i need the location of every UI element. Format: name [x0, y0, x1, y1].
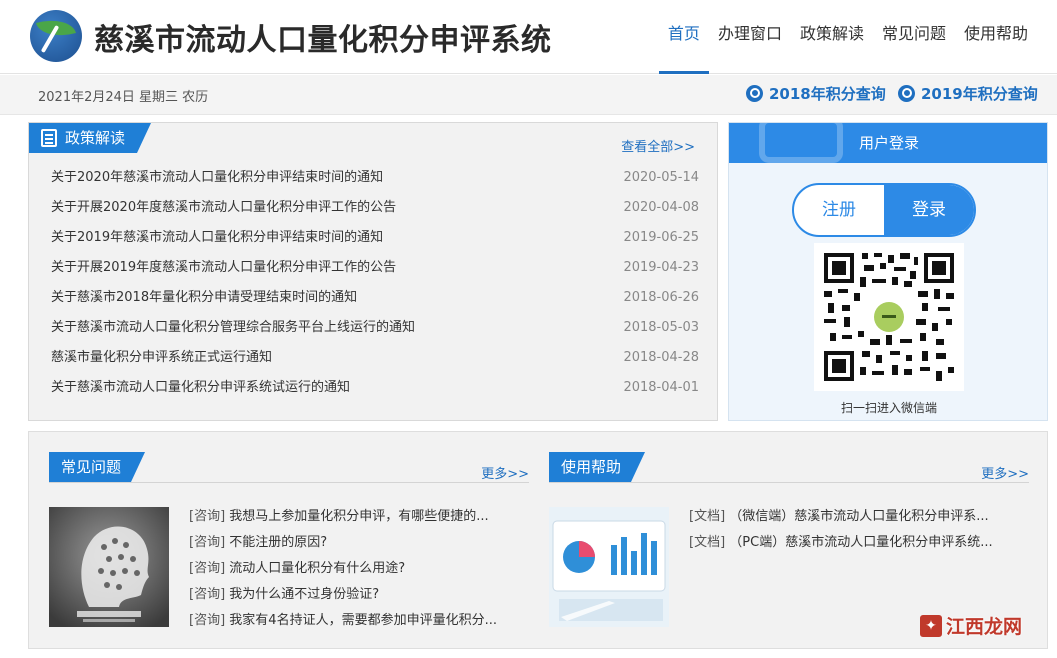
qr-caption: 扫一扫进入微信端: [840, 401, 937, 415]
faq-item-tag: [咨询]: [189, 561, 226, 576]
nav-help[interactable]: 使用帮助: [955, 0, 1037, 74]
policy-item-title[interactable]: 关于开展2019年度慈溪市流动人口量化积分申评工作的公告: [51, 253, 396, 283]
faq-item[interactable]: [咨询] 不能注册的原因?: [189, 530, 529, 556]
policy-list: 关于2020年慈溪市流动人口量化积分申评结束时间的通知 2020-05-14 关于…: [51, 163, 699, 403]
policy-item-date: 2018-04-01: [623, 380, 699, 395]
faq-list: [咨询] 我想马上参加量化积分申评，有哪些便捷的... [咨询] 不能注册的原因…: [189, 504, 529, 634]
main-nav: 首页 办理窗口 政策解读 常见问题 使用帮助: [658, 0, 1037, 74]
watermark: ✦ 江西龙网: [920, 612, 1022, 639]
policy-item-date: 2019-04-23: [623, 260, 699, 275]
faq-item-tag: [咨询]: [189, 509, 226, 524]
query-2018-link[interactable]: 2018年积分查询: [746, 83, 886, 104]
login-panel: 用户登录 注册 登录 扫一扫进入微信端: [728, 122, 1048, 421]
faq-divider: [49, 482, 529, 483]
policy-item-title[interactable]: 关于慈溪市流动人口量化积分管理综合服务平台上线运行的通知: [51, 313, 415, 343]
faq-item[interactable]: [咨询] 流动人口量化积分有什么用途?: [189, 556, 529, 582]
query-2018-label: 2018年积分查询: [769, 85, 886, 103]
login-heading: 用户登录: [729, 123, 1047, 163]
site-title: 慈溪市流动人口量化积分申评系统: [94, 23, 552, 58]
bottom-panel: 常见问题 更多>> [咨询] 我想马上参加量化积分申评，有哪些便捷的... [咨…: [28, 431, 1048, 649]
faq-heading: 常见问题: [49, 452, 145, 482]
search-icon: [746, 85, 763, 102]
faq-item-text[interactable]: 我家有4名持证人，需要都参加申评量化积分...: [229, 613, 497, 628]
register-button[interactable]: 注册: [794, 185, 884, 235]
policy-item-title[interactable]: 关于慈溪市流动人口量化积分申评系统试运行的通知: [51, 373, 350, 403]
policy-title: 政策解读: [65, 129, 126, 147]
faq-item-text[interactable]: 我想马上参加量化积分申评，有哪些便捷的...: [229, 509, 488, 524]
policy-item[interactable]: 关于2019年慈溪市流动人口量化积分申评结束时间的通知 2019-06-25: [51, 223, 699, 253]
help-item[interactable]: [文档] （PC端）慈溪市流动人口量化积分申评系统...: [689, 530, 1029, 556]
faq-item-text[interactable]: 不能注册的原因?: [229, 535, 327, 550]
policy-item[interactable]: 慈溪市量化积分申评系统正式运行通知 2018-04-28: [51, 343, 699, 373]
policy-item[interactable]: 关于慈溪市2018年量化积分申请受理结束时间的通知 2018-06-26: [51, 283, 699, 313]
bag-icon: [759, 123, 843, 163]
faq-item-text[interactable]: 我为什么通不过身份验证?: [229, 587, 379, 602]
faq-item-tag: [咨询]: [189, 587, 226, 602]
policy-heading: 政策解读: [29, 123, 151, 153]
policy-item-title[interactable]: 关于2020年慈溪市流动人口量化积分申评结束时间的通知: [51, 163, 383, 193]
login-button[interactable]: 登录: [884, 185, 974, 235]
qr-code-icon: [814, 243, 964, 391]
help-item-text[interactable]: （PC端）慈溪市流动人口量化积分申评系统...: [729, 535, 992, 550]
watermark-logo-icon: ✦: [920, 614, 942, 637]
help-title: 使用帮助: [561, 458, 622, 476]
current-date: 2021年2月24日 星期三 农历: [38, 90, 209, 105]
help-item-tag: [文档]: [689, 535, 726, 550]
policy-item[interactable]: 关于慈溪市流动人口量化积分申评系统试运行的通知 2018-04-01: [51, 373, 699, 403]
policy-item-title[interactable]: 关于2019年慈溪市流动人口量化积分申评结束时间的通知: [51, 223, 383, 253]
faq-item[interactable]: [咨询] 我为什么通不过身份验证?: [189, 582, 529, 608]
site-logo-icon[interactable]: [30, 10, 82, 62]
nav-home[interactable]: 首页: [658, 0, 709, 74]
site-header: 慈溪市流动人口量化积分申评系统 首页 办理窗口 政策解读 常见问题 使用帮助: [0, 0, 1057, 74]
policy-item-title[interactable]: 关于开展2020年度慈溪市流动人口量化积分申评工作的公告: [51, 193, 396, 223]
help-divider: [549, 482, 1029, 483]
document-icon: [41, 129, 57, 147]
search-icon: [898, 85, 915, 102]
query-2019-label: 2019年积分查询: [921, 85, 1038, 103]
policy-item-title[interactable]: 慈溪市量化积分申评系统正式运行通知: [51, 343, 272, 373]
query-2019-link[interactable]: 2019年积分查询: [898, 83, 1038, 104]
head-icons-illustration-icon: [49, 507, 169, 627]
policy-panel: 政策解读 查看全部>> 关于2020年慈溪市流动人口量化积分申评结束时间的通知 2…: [28, 122, 718, 421]
nav-service-window[interactable]: 办理窗口: [709, 0, 791, 74]
faq-item[interactable]: [咨询] 我家有4名持证人，需要都参加申评量化积分...: [189, 608, 529, 634]
policy-item-date: 2018-06-26: [623, 290, 699, 305]
wechat-qr-code: [814, 243, 964, 391]
analytics-chart-illustration-icon: [549, 507, 669, 627]
faq-item-tag: [咨询]: [189, 535, 226, 550]
help-item-text[interactable]: （微信端）慈溪市流动人口量化积分申评系...: [729, 509, 988, 524]
policy-item-date: 2018-05-03: [623, 320, 699, 335]
policy-item-date: 2020-04-08: [623, 200, 699, 215]
faq-item[interactable]: [咨询] 我想马上参加量化积分申评，有哪些便捷的...: [189, 504, 529, 530]
faq-item-tag: [咨询]: [189, 613, 226, 628]
help-more-link[interactable]: 更多>>: [981, 463, 1029, 482]
nav-faq[interactable]: 常见问题: [873, 0, 955, 74]
policy-item-date: 2019-06-25: [623, 230, 699, 245]
help-list: [文档] （微信端）慈溪市流动人口量化积分申评系... [文档] （PC端）慈溪…: [689, 504, 1029, 556]
faq-thumbnail: [49, 507, 169, 627]
nav-policy[interactable]: 政策解读: [791, 0, 873, 74]
policy-item[interactable]: 关于开展2019年度慈溪市流动人口量化积分申评工作的公告 2019-04-23: [51, 253, 699, 283]
help-heading: 使用帮助: [549, 452, 645, 482]
help-thumbnail: [549, 507, 669, 627]
date-bar: 2021年2月24日 星期三 农历 2018年积分查询 2019年积分查询: [0, 75, 1057, 115]
faq-more-link[interactable]: 更多>>: [481, 463, 529, 482]
help-item-tag: [文档]: [689, 509, 726, 524]
auth-toggle: 注册 登录: [792, 183, 976, 237]
policy-view-all-link[interactable]: 查看全部>>: [621, 136, 695, 155]
policy-item-date: 2018-04-28: [623, 350, 699, 365]
policy-item-date: 2020-05-14: [623, 170, 699, 185]
faq-item-text[interactable]: 流动人口量化积分有什么用途?: [229, 561, 405, 576]
help-item[interactable]: [文档] （微信端）慈溪市流动人口量化积分申评系...: [689, 504, 1029, 530]
policy-item[interactable]: 关于2020年慈溪市流动人口量化积分申评结束时间的通知 2020-05-14: [51, 163, 699, 193]
watermark-text: 江西龙网: [946, 616, 1023, 638]
faq-title: 常见问题: [61, 458, 122, 476]
login-title: 用户登录: [858, 134, 919, 152]
policy-item[interactable]: 关于慈溪市流动人口量化积分管理综合服务平台上线运行的通知 2018-05-03: [51, 313, 699, 343]
policy-item[interactable]: 关于开展2020年度慈溪市流动人口量化积分申评工作的公告 2020-04-08: [51, 193, 699, 223]
policy-item-title[interactable]: 关于慈溪市2018年量化积分申请受理结束时间的通知: [51, 283, 357, 313]
